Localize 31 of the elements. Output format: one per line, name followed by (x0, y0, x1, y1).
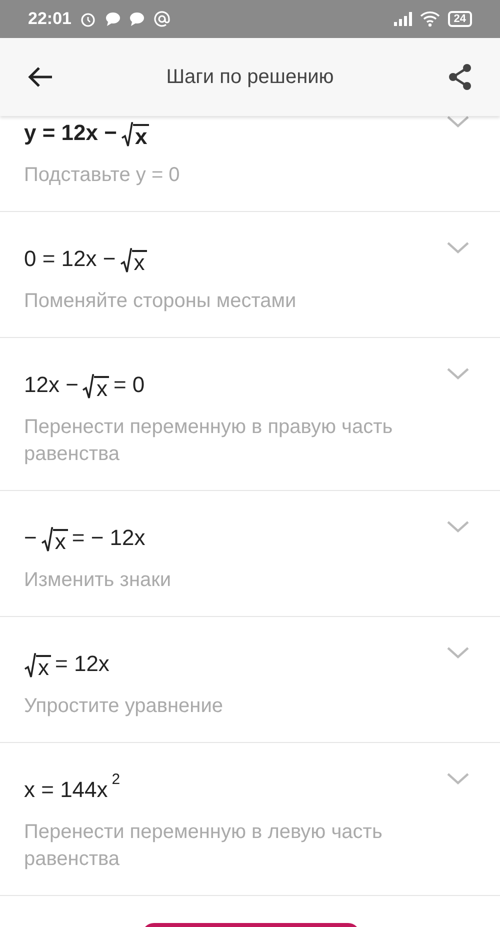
step-description: Перенести переменную в левую часть равенства (24, 820, 384, 872)
expand-chevron-icon[interactable] (446, 645, 470, 661)
radical-sign-icon (120, 248, 132, 274)
expand-chevron-icon[interactable] (446, 366, 470, 382)
chat-icon (105, 11, 122, 27)
step-equation: 0 = 12x − x (24, 245, 148, 274)
screen-title: Шаги по решению (165, 65, 335, 90)
step-equation: 12x − x = 0 (24, 371, 146, 400)
alarm-icon (79, 10, 98, 28)
status-time: 22:01 (28, 8, 72, 30)
expand-chevron-icon[interactable] (446, 114, 470, 130)
step-description: Подставьте y = 0 (24, 163, 181, 188)
expand-chevron-icon[interactable] (446, 771, 470, 787)
expand-chevron-icon[interactable] (446, 240, 470, 256)
step-description: Перенести переменную в правую часть равенства (24, 415, 394, 467)
chat-icon (129, 11, 146, 27)
battery-indicator: 24 (448, 11, 472, 27)
signal-icon (394, 12, 412, 26)
radical-sign-icon (24, 653, 36, 679)
step-description: Изменить знаки (24, 568, 172, 593)
wifi-icon (420, 11, 440, 27)
expand-chevron-icon[interactable] (446, 519, 470, 535)
step-equation: − x = − 12x (24, 524, 146, 553)
step-description: Упростите уравнение (24, 694, 224, 719)
step-equation: y = 12x − x (24, 119, 150, 148)
at-sign-icon (153, 10, 172, 28)
radical-sign-icon (82, 374, 94, 400)
radical-sign-icon (120, 122, 133, 148)
step-equation: x = 12x (24, 647, 446, 679)
radical-sign-icon (40, 527, 53, 553)
step-description: Поменяйте стороны местами (24, 289, 298, 314)
